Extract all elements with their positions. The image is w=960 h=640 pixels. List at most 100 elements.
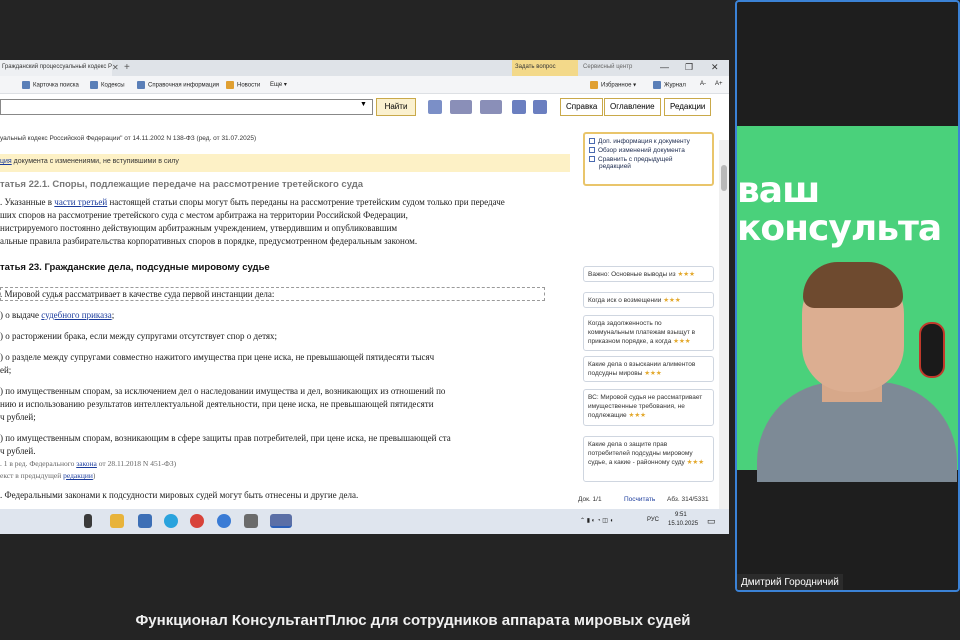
- card-text: Важно: Основные выводы из: [588, 271, 676, 278]
- related-card[interactable]: Важно: Основные выводы из ★★★: [583, 266, 714, 282]
- paragraph-6a: ) по имущественным спорам, возникающим в…: [0, 433, 451, 443]
- doc-info-label: Доп. информация к документу: [598, 138, 690, 145]
- card-text: Какие дела о взыскании алиментов подсудн…: [588, 361, 696, 377]
- tray-icons[interactable]: ⌃ ▮ ◐ ◔ ◫ ◖: [580, 517, 613, 524]
- tab-document[interactable]: Гражданский процессуальный кодекс Россий…: [0, 60, 112, 76]
- notifications-icon[interactable]: ▭: [707, 516, 716, 527]
- p2-end: ;: [111, 310, 115, 320]
- search-card-icon: [22, 81, 30, 89]
- compare-edition-link[interactable]: Сравнить с предыдущей редакцией: [589, 156, 708, 170]
- new-tab-button[interactable]: +: [124, 62, 130, 73]
- changes-review-label: Обзор изменений документа: [598, 147, 685, 154]
- article-23-title: татья 23. Гражданские дела, подсудные ми…: [0, 262, 270, 273]
- document-tools-icon[interactable]: [533, 100, 547, 114]
- rating-stars-icon: ★★★: [628, 412, 646, 419]
- favorites-label: Избранное ▾: [601, 82, 637, 89]
- bookmark-icon[interactable]: [428, 100, 442, 114]
- headset-icon: [919, 322, 945, 378]
- news-icon: [226, 81, 234, 89]
- favorites-button[interactable]: Избранное ▾: [590, 81, 636, 89]
- shared-screen: Гражданский процессуальный кодекс Россий…: [0, 60, 729, 534]
- related-card[interactable]: Какие дела о защите прав потребителей по…: [583, 436, 714, 482]
- paragraph-4b: ей;: [0, 365, 12, 375]
- article-22-line2: ших споров на рассмотрение третейского с…: [0, 210, 408, 220]
- task-view-icon[interactable]: [84, 514, 92, 528]
- reference-button[interactable]: Справочная информация: [137, 81, 219, 89]
- file-explorer-icon[interactable]: [110, 514, 124, 528]
- tab-close-icon[interactable]: ✕: [112, 63, 119, 72]
- save-icon[interactable]: [480, 100, 502, 114]
- contents-button[interactable]: Оглавление: [604, 98, 661, 116]
- related-card[interactable]: Когда иск о возмещении ★★★: [583, 292, 714, 308]
- meeting-stage: Гражданский процессуальный кодекс Россий…: [0, 0, 960, 640]
- ask-question-button[interactable]: Задать вопрос: [512, 60, 578, 76]
- p2-text: ) о выдаче: [0, 310, 42, 320]
- article-22-line4: альные правила разбирательства корпорати…: [0, 236, 418, 246]
- changes-review-link[interactable]: Обзор изменений документа: [589, 147, 708, 154]
- compare-edition-label: Сравнить с предыдущей: [598, 156, 673, 163]
- maximize-icon[interactable]: ❐: [685, 62, 693, 73]
- search-input[interactable]: [0, 99, 373, 115]
- find-button[interactable]: Найти: [376, 98, 416, 116]
- clock-date[interactable]: 15.10.2025: [668, 521, 698, 527]
- reference-label: Справочная информация: [148, 82, 220, 89]
- note-text-a: . 1 в ред. Федерального: [0, 459, 77, 468]
- app-icon[interactable]: [244, 514, 258, 528]
- previous-edition-link[interactable]: редакции: [63, 471, 93, 480]
- vertical-scrollbar[interactable]: [719, 140, 729, 510]
- doc-info-link[interactable]: Доп. информация к документу: [589, 138, 708, 145]
- print-icon[interactable]: [450, 100, 472, 114]
- search-row: ▼ Найти Справка Оглавление Редакции: [0, 94, 729, 120]
- court-order-link[interactable]: судебного приказа: [41, 310, 111, 320]
- more-button[interactable]: Еще ▾: [270, 81, 287, 88]
- edition-notice-link[interactable]: ция: [0, 158, 12, 165]
- law-link[interactable]: закона: [76, 459, 97, 468]
- telegram-icon[interactable]: [164, 514, 178, 528]
- journal-label: Журнал: [664, 82, 686, 89]
- minimize-icon[interactable]: —: [660, 62, 669, 72]
- note2-text-a: екст в предыдущей: [0, 471, 64, 480]
- font-decrease-button[interactable]: A-: [700, 81, 706, 87]
- brand-line-2: консульта: [737, 208, 942, 249]
- compare-edition-label-2: редакцией: [599, 163, 631, 170]
- browser-icon[interactable]: [217, 514, 231, 528]
- art22-text-b: настоящей статьи споры могут быть переда…: [107, 197, 505, 207]
- compare-icon: [589, 156, 595, 163]
- font-increase-button[interactable]: A+: [715, 81, 723, 87]
- news-button[interactable]: Новости: [226, 81, 260, 89]
- rating-stars-icon: ★★★: [686, 459, 705, 466]
- webcam-tile[interactable]: ваш консульта Дмитрий Городничий: [735, 0, 960, 592]
- chrome-icon[interactable]: [190, 514, 204, 528]
- rating-stars-icon: ★★★: [663, 297, 681, 304]
- tab-bar: Гражданский процессуальный кодекс Россий…: [0, 60, 729, 76]
- part-three-link[interactable]: части третьей: [54, 197, 107, 207]
- paragraph-3: ) о расторжении брака, если между супруг…: [0, 331, 278, 341]
- document-info-panel: Доп. информация к документу Обзор измене…: [583, 132, 714, 186]
- status-bar: Док. 1/1 Посчитать Абз. 314/5331: [578, 494, 718, 508]
- related-card[interactable]: Когда задолженность по коммунальным плат…: [583, 315, 714, 351]
- close-window-icon[interactable]: ✕: [711, 62, 719, 73]
- service-center-button[interactable]: Сервисный центр: [580, 60, 635, 76]
- compute-link[interactable]: Посчитать: [624, 496, 655, 503]
- article-22-title: татья 22.1. Споры, подлежащие передаче н…: [0, 179, 364, 190]
- editions-button[interactable]: Редакции: [664, 98, 712, 116]
- article-22-line1: . Указанные в части третьей настоящей ст…: [0, 197, 505, 207]
- language-indicator[interactable]: РУС: [647, 517, 659, 523]
- related-card[interactable]: ВС: Мировой судья не рассматривает имуще…: [583, 389, 714, 426]
- card-search-button[interactable]: Карточка поиска: [22, 81, 79, 89]
- app-icon[interactable]: [138, 514, 152, 528]
- journal-button[interactable]: Журнал: [653, 81, 686, 89]
- doc-counter: Док. 1/1: [578, 496, 602, 503]
- brand-line-1: ваш: [737, 170, 820, 211]
- related-card[interactable]: Какие дела о взыскании алиментов подсудн…: [583, 356, 714, 382]
- article-22-line3: нистрируемого постоянно действующим арби…: [0, 223, 398, 233]
- scrollbar-thumb[interactable]: [721, 165, 727, 191]
- clock-time[interactable]: 9:51: [675, 512, 687, 518]
- codes-button[interactable]: Кодексы: [90, 81, 125, 89]
- help-button[interactable]: Справка: [560, 98, 604, 116]
- star-icon: [590, 81, 598, 89]
- review-icon: [589, 147, 595, 154]
- consultant-app-icon[interactable]: [270, 514, 292, 528]
- search-dropdown-icon[interactable]: ▼: [360, 101, 367, 108]
- comment-icon[interactable]: [512, 100, 526, 114]
